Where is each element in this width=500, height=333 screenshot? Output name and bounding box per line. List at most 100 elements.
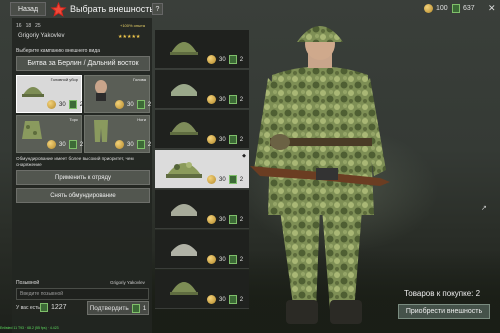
list-price: 30 2 [207,255,243,264]
coin-icon [207,255,216,264]
list-item[interactable]: 30 2 [155,190,249,229]
ticket-icon [228,295,237,304]
ticket-icon [68,140,77,149]
list-price: 30 2 [207,55,243,64]
count-value: 2 [147,101,152,108]
soldier-info: 16 18 25 +100% опыта Grigoriy Yakovlev ★… [16,19,156,43]
remove-uniform-button[interactable]: Снять обмундирование [16,188,150,203]
price-value: 30 [219,176,226,183]
helmet-icon [170,42,198,55]
slot-label: Головной убор [50,77,78,82]
price-value: 30 [219,256,226,263]
slot-price: 30 2 [115,100,151,109]
list-item[interactable]: 30 2 [155,110,249,149]
coin-icon [47,140,56,149]
list-item[interactable]: 30 2 [155,230,249,269]
gold-currency: 637 [452,4,475,13]
ticket-icon [228,215,237,224]
silver-amount: 100 [436,5,448,12]
price-value: 30 [59,141,66,148]
jacket-icon [22,121,42,139]
gold-ticket-icon [452,4,460,13]
ticket-icon [228,175,237,184]
ticket-icon [131,303,140,313]
apply-to-squad-button[interactable]: Применить к отряду [16,170,150,185]
trousers-icon [94,120,108,142]
price-value: 30 [219,296,226,303]
list-price: 30 2 [207,95,243,104]
coin-icon [47,100,56,109]
list-item-selected[interactable]: ◆ 30 2 [155,150,249,189]
slot-torso[interactable]: Торс 30 2 [16,115,84,153]
price-value: 30 [59,101,66,108]
slot-headgear[interactable]: Головной убор 30 2 [16,75,83,113]
list-price: 30 2 [207,175,243,184]
item-list: 30 2 30 2 30 2 ◆ 30 2 30 2 30 2 30 2 [155,30,249,333]
coin-icon [207,215,216,224]
ticket-icon [136,140,145,149]
count-value: 2 [239,56,244,63]
soldier-name: Grigoriy Yakovlev [18,33,65,39]
slot-price: 30 2 [115,140,151,149]
coin-icon [207,295,216,304]
callsign-label: Позывной [16,280,40,286]
soldier-ranks: 16 18 25 [16,23,41,29]
slot-label: Торс [69,117,78,122]
ticket-icon [228,95,237,104]
callsign-owner: Grigoriy Yakovlev [110,280,145,285]
coin-icon [207,95,216,104]
confirm-button[interactable]: Подтвердить 1 [87,301,149,315]
field-cap-icon [171,84,197,96]
slot-label: Ноги [137,117,146,122]
gold-amount: 637 [463,5,475,12]
have-label: У вас есть [16,305,41,311]
slot-legs[interactable]: Ноги 30 2 [84,115,151,153]
soldier-level: 16 [16,23,22,29]
ticket-icon [228,55,237,64]
buy-appearance-button[interactable]: Приобрести внешность [398,304,490,319]
field-cap-icon [171,204,197,216]
list-price: 30 2 [207,215,243,224]
count-value: 2 [239,256,244,263]
cart-count: Товаров к покупке: 2 [404,289,481,298]
count-value: 2 [239,136,244,143]
help-button[interactable]: ? [152,3,163,15]
cursor-icon: ◆ [242,153,246,159]
soldier-stars: ★★★★★ [118,34,141,40]
helmet-icon [170,282,198,295]
callsign-tickets: 1227 [40,303,67,312]
list-item[interactable]: 30 2 [155,70,249,109]
mouse-cursor-icon: ↗ [481,205,487,212]
close-button[interactable]: ✕ [488,3,496,14]
count-value: 2 [239,96,244,103]
confirm-label: Подтвердить [89,304,129,312]
field-cap-icon [171,244,197,256]
slot-head[interactable]: Голова 30 2 [84,75,151,113]
ticket-icon [228,135,237,144]
list-item[interactable]: 30 2 [155,30,249,69]
coin-icon [115,100,124,109]
confirm-count: 1 [142,304,147,312]
slot-label: Голова [133,77,146,82]
head-icon [95,80,107,101]
ticket-icon [68,100,77,109]
coin-icon [115,140,124,149]
price-value: 30 [219,136,226,143]
uniform-notice: Обмундирование имеет более высокий приор… [16,156,134,167]
ticket-icon [228,255,237,264]
coin-icon [207,135,216,144]
silver-currency: 100 [424,4,448,13]
silver-coin-icon [424,4,433,13]
page-title: Выбрать внешность [70,4,155,14]
list-item[interactable]: 30 2 [155,270,249,309]
list-price: 30 2 [207,135,243,144]
price-value: 30 [127,101,134,108]
back-button[interactable]: Назад [10,2,46,16]
campaign-select[interactable]: Битва за Берлин / Дальний восток [16,56,150,71]
list-price: 30 2 [207,295,243,304]
rank-1: 18 [25,23,32,29]
slot-price: 30 2 [47,100,83,109]
count-value: 2 [79,141,84,148]
campaign-label: Выберите кампанию внешнего вида [16,48,100,54]
callsign-input[interactable]: Введите позывной [16,288,149,300]
